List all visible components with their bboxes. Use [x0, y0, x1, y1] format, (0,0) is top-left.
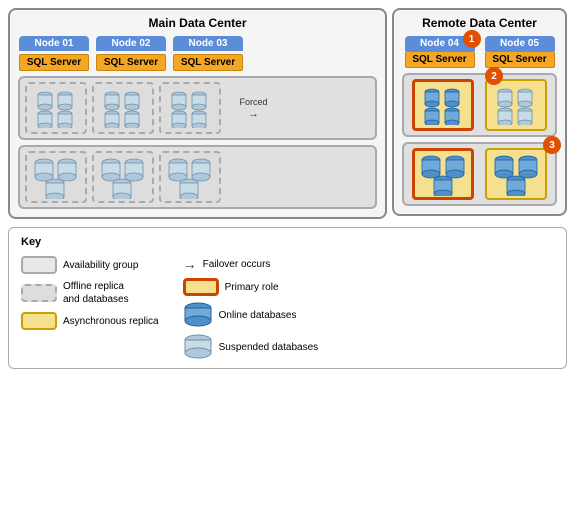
node-02-block: Node 02 SQL Server	[95, 36, 167, 71]
key-primary-icon	[183, 278, 219, 296]
node-04-wrapper: 1 Node 04 SQL Server	[405, 36, 475, 68]
node-02-sql: SQL Server	[96, 54, 166, 71]
remote-bottom-ag-row: 3	[402, 142, 557, 206]
replica-01-bottom	[25, 151, 87, 203]
node-01-sql: SQL Server	[19, 54, 89, 71]
node-05-label: Node 05	[485, 36, 555, 51]
key-section: Key Availability group Offline replicaan…	[8, 227, 567, 369]
diagram-container: Main Data Center Node 01 SQL Server Node…	[0, 0, 575, 377]
main-dc-title: Main Data Center	[18, 16, 377, 30]
key-item-offline: Offline replicaand databases	[21, 280, 159, 306]
replica-04-bottom-primary	[412, 148, 474, 200]
key-title: Key	[21, 236, 554, 248]
key-primary-label: Primary role	[225, 282, 279, 293]
node-01-label: Node 01	[19, 36, 89, 51]
arrow-line: →	[248, 108, 259, 120]
key-item-ag: Availability group	[21, 256, 159, 274]
key-online-db-icon	[183, 302, 213, 328]
key-offline-icon	[21, 284, 57, 302]
node-03-block: Node 03 SQL Server	[172, 36, 244, 71]
replica-03-top	[159, 82, 221, 134]
node-02-label: Node 02	[96, 36, 166, 51]
forced-label: Forced	[239, 97, 267, 107]
node-01-block: Node 01 SQL Server	[18, 36, 90, 71]
top-ag-row: Forced →	[18, 76, 377, 140]
replica-02-top	[92, 82, 154, 134]
main-data-center: Main Data Center Node 01 SQL Server Node…	[8, 8, 387, 219]
forced-arrow: Forced →	[226, 97, 281, 120]
remote-data-center: Remote Data Center 1 Node 04 SQL Server …	[392, 8, 567, 216]
badge-3: 3	[543, 136, 561, 154]
badge-1: 1	[463, 30, 481, 48]
key-item-failover: → Failover occurs	[183, 256, 319, 272]
key-ag-label: Availability group	[63, 260, 138, 271]
key-offline-label: Offline replicaand databases	[63, 280, 129, 306]
main-nodes-header: Node 01 SQL Server Node 02 SQL Server No…	[18, 36, 377, 71]
key-item-suspended-db: Suspended databases	[183, 334, 319, 360]
replica-04-top-primary	[412, 79, 474, 131]
bottom-ag-row	[18, 145, 377, 209]
key-item-online-db: Online databases	[183, 302, 319, 328]
node-03-sql: SQL Server	[173, 54, 243, 71]
node-03-label: Node 03	[173, 36, 243, 51]
replica-05-bottom-async	[485, 148, 547, 200]
key-online-db-label: Online databases	[219, 310, 297, 321]
replica-01-top	[25, 82, 87, 134]
remote-dc-title: Remote Data Center	[402, 16, 557, 30]
key-suspended-db-label: Suspended databases	[219, 342, 319, 353]
key-item-async: Asynchronous replica	[21, 312, 159, 330]
remote-top-ag-row: 2	[402, 73, 557, 137]
key-item-primary: Primary role	[183, 278, 319, 296]
key-async-label: Asynchronous replica	[63, 316, 159, 327]
node-04-sql: SQL Server	[405, 51, 475, 68]
replica-05-top-async	[485, 79, 547, 131]
full-diagram: Main Data Center Node 01 SQL Server Node…	[8, 8, 567, 219]
key-ag-icon	[21, 256, 57, 274]
node-05-wrapper: Node 05 SQL Server	[485, 36, 555, 68]
badge-2: 2	[485, 67, 503, 85]
remote-nodes-header: 1 Node 04 SQL Server Node 05 SQL Server	[402, 36, 557, 68]
key-failover-arrow: →	[183, 256, 197, 272]
node-05-sql: SQL Server	[485, 51, 555, 68]
key-suspended-db-icon	[183, 334, 213, 360]
replica-03-bottom	[159, 151, 221, 203]
key-async-icon	[21, 312, 57, 330]
key-failover-label: Failover occurs	[203, 259, 271, 270]
replica-02-bottom	[92, 151, 154, 203]
